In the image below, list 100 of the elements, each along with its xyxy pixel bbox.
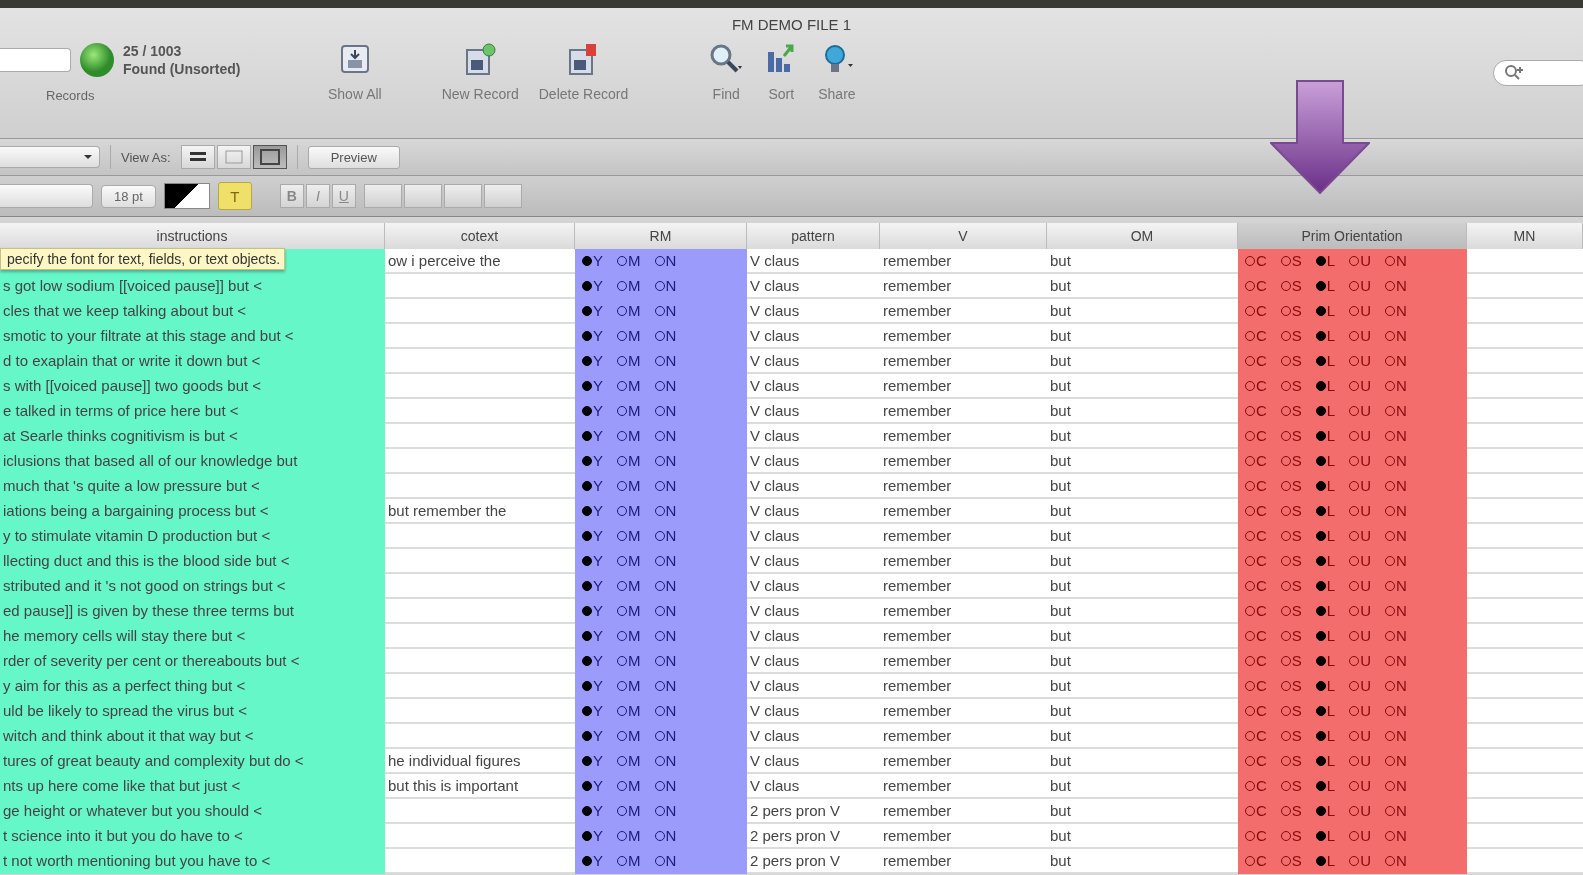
radio-option[interactable]: Y: [582, 824, 603, 847]
radio-option[interactable]: S: [1280, 299, 1302, 322]
radio-option[interactable]: S: [1280, 474, 1302, 497]
radio-option[interactable]: C: [1245, 399, 1267, 422]
radio-option[interactable]: L: [1315, 749, 1336, 772]
radio-option[interactable]: M: [617, 549, 641, 572]
column-header[interactable]: RM: [575, 223, 747, 249]
align-button[interactable]: [483, 184, 522, 208]
radio-option[interactable]: N: [654, 474, 677, 497]
radio-option[interactable]: M: [617, 674, 641, 697]
radio-option[interactable]: U: [1349, 774, 1372, 797]
radio-option[interactable]: M: [617, 524, 641, 547]
radio-option[interactable]: U: [1349, 499, 1372, 522]
radio-option[interactable]: S: [1280, 549, 1302, 572]
radio-option[interactable]: N: [654, 849, 677, 872]
radio-option[interactable]: N: [1385, 499, 1407, 522]
radio-option[interactable]: S: [1280, 424, 1302, 447]
radio-option[interactable]: M: [617, 824, 641, 847]
radio-option[interactable]: N: [654, 499, 677, 522]
radio-option[interactable]: S: [1280, 849, 1302, 872]
radio-option[interactable]: M: [617, 774, 641, 797]
radio-option[interactable]: C: [1245, 599, 1267, 622]
radio-option[interactable]: C: [1245, 499, 1267, 522]
view-button[interactable]: [252, 145, 287, 169]
style-button[interactable]: U: [331, 184, 356, 208]
radio-option[interactable]: Y: [582, 249, 603, 272]
radio-option[interactable]: C: [1245, 249, 1267, 272]
radio-option[interactable]: L: [1315, 624, 1336, 647]
font-dropdown[interactable]: [0, 184, 93, 208]
radio-option[interactable]: Y: [582, 349, 603, 372]
view-button[interactable]: [180, 145, 215, 169]
radio-option[interactable]: S: [1280, 674, 1302, 697]
radio-option[interactable]: U: [1349, 599, 1372, 622]
radio-option[interactable]: M: [617, 849, 641, 872]
radio-option[interactable]: M: [617, 799, 641, 822]
radio-option[interactable]: U: [1349, 474, 1372, 497]
radio-option[interactable]: N: [654, 624, 677, 647]
radio-option[interactable]: C: [1245, 749, 1267, 772]
radio-option[interactable]: S: [1280, 824, 1302, 847]
radio-option[interactable]: Y: [582, 474, 603, 497]
radio-option[interactable]: S: [1280, 449, 1302, 472]
radio-option[interactable]: U: [1349, 849, 1372, 872]
radio-option[interactable]: Y: [582, 374, 603, 397]
radio-option[interactable]: L: [1315, 274, 1336, 297]
radio-option[interactable]: S: [1280, 499, 1302, 522]
radio-option[interactable]: L: [1315, 374, 1336, 397]
radio-option[interactable]: N: [1385, 324, 1407, 347]
radio-option[interactable]: C: [1245, 799, 1267, 822]
radio-option[interactable]: N: [1385, 849, 1407, 872]
radio-option[interactable]: Y: [582, 399, 603, 422]
radio-option[interactable]: N: [654, 574, 677, 597]
radio-option[interactable]: Y: [582, 674, 603, 697]
radio-option[interactable]: N: [1385, 424, 1407, 447]
radio-option[interactable]: S: [1280, 774, 1302, 797]
radio-option[interactable]: L: [1315, 599, 1336, 622]
radio-option[interactable]: N: [1385, 449, 1407, 472]
radio-option[interactable]: Y: [582, 699, 603, 722]
radio-option[interactable]: M: [617, 499, 641, 522]
radio-option[interactable]: N: [1385, 524, 1407, 547]
radio-option[interactable]: C: [1245, 524, 1267, 547]
radio-option[interactable]: C: [1245, 774, 1267, 797]
radio-option[interactable]: U: [1349, 324, 1372, 347]
align-button[interactable]: [363, 184, 402, 208]
radio-option[interactable]: C: [1245, 549, 1267, 572]
radio-option[interactable]: N: [1385, 724, 1407, 747]
radio-option[interactable]: U: [1349, 549, 1372, 572]
radio-option[interactable]: Y: [582, 299, 603, 322]
column-header[interactable]: OM: [1047, 223, 1238, 249]
radio-option[interactable]: Y: [582, 424, 603, 447]
radio-option[interactable]: S: [1280, 649, 1302, 672]
radio-option[interactable]: U: [1349, 274, 1372, 297]
toolbar-button[interactable]: Find: [700, 42, 753, 102]
record-number-field[interactable]: [0, 48, 71, 72]
search-field[interactable]: [1493, 60, 1583, 86]
radio-option[interactable]: C: [1245, 349, 1267, 372]
style-button[interactable]: I: [305, 184, 330, 208]
radio-option[interactable]: N: [654, 599, 677, 622]
radio-option[interactable]: L: [1315, 349, 1336, 372]
radio-option[interactable]: S: [1280, 324, 1302, 347]
column-header[interactable]: pattern: [747, 223, 880, 249]
radio-option[interactable]: N: [654, 524, 677, 547]
radio-option[interactable]: Y: [582, 849, 603, 872]
radio-option[interactable]: N: [1385, 274, 1407, 297]
radio-option[interactable]: N: [654, 299, 677, 322]
radio-option[interactable]: M: [617, 724, 641, 747]
radio-option[interactable]: M: [617, 374, 641, 397]
radio-option[interactable]: L: [1315, 549, 1336, 572]
radio-option[interactable]: U: [1349, 824, 1372, 847]
radio-option[interactable]: N: [654, 249, 677, 272]
radio-option[interactable]: N: [1385, 749, 1407, 772]
radio-option[interactable]: Y: [582, 624, 603, 647]
font-size-dropdown[interactable]: 18 pt: [101, 184, 156, 208]
radio-option[interactable]: N: [1385, 574, 1407, 597]
radio-option[interactable]: N: [654, 699, 677, 722]
radio-option[interactable]: Y: [582, 649, 603, 672]
radio-option[interactable]: N: [1385, 774, 1407, 797]
radio-option[interactable]: Y: [582, 774, 603, 797]
radio-option[interactable]: C: [1245, 449, 1267, 472]
radio-option[interactable]: M: [617, 449, 641, 472]
radio-option[interactable]: L: [1315, 674, 1336, 697]
